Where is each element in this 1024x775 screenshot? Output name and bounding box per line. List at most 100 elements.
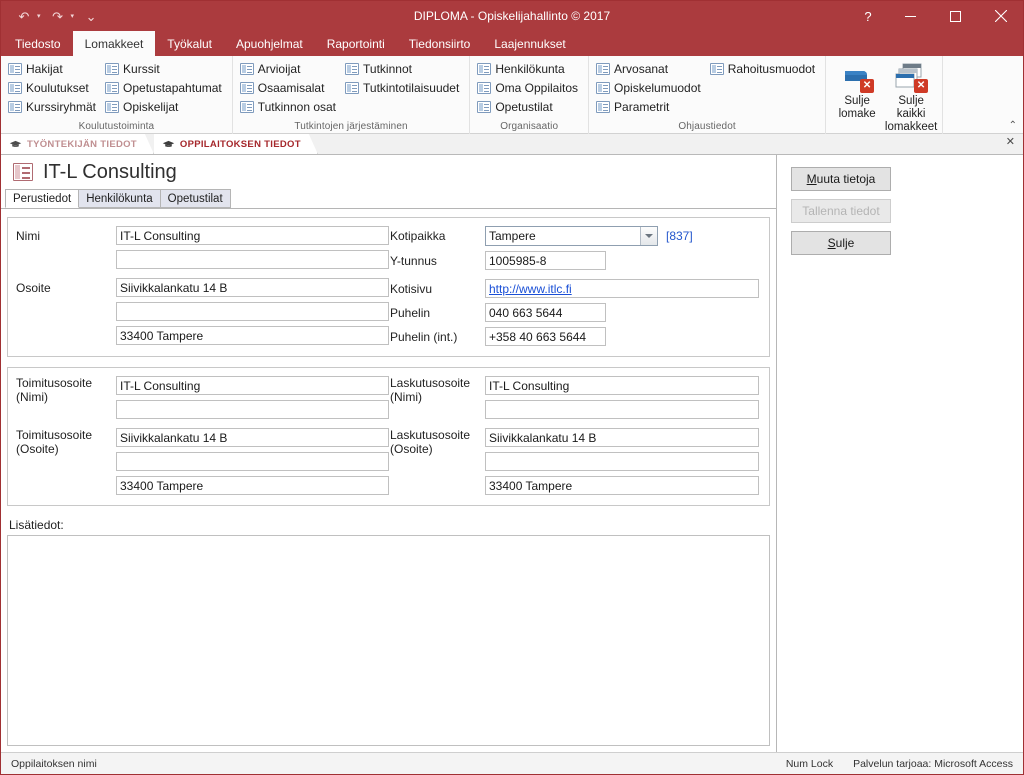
input-laskutus-nimi-1[interactable]: IT-L Consulting [485, 376, 759, 395]
input-laskutus-osoite-2[interactable] [485, 452, 759, 471]
ribbon-item-tutkinnon-osat[interactable]: Tutkinnon osat [237, 97, 342, 116]
status-message: Oppilaitoksen nimi [11, 757, 97, 770]
basic-right-column: Kotipaikka Tampere [837] Y-tunnus 100598… [390, 226, 761, 346]
input-laskutus-osoite-3[interactable]: 33400 Tampere [485, 476, 759, 495]
ribbon-item-label: Oma Oppilaitos [495, 80, 579, 95]
label-kotipaikka: Kotipaikka [390, 229, 446, 243]
combo-kotipaikka[interactable]: Tampere [485, 226, 658, 246]
input-osoite-1[interactable]: Siivikkalankatu 14 B [116, 278, 389, 297]
page-title: IT-L Consulting [43, 160, 177, 183]
chevron-up-icon[interactable]: ⌃ [1009, 120, 1017, 131]
field-row-osoite-2 [16, 302, 390, 321]
close-form-button[interactable]: ✕ Sulje lomake [830, 59, 884, 134]
record-id-link[interactable]: [837] [666, 229, 693, 243]
fieldset-osoitteet: Toimitusosoite (Nimi) IT-L Consulting To… [7, 367, 770, 506]
form-icon [477, 81, 492, 94]
redo-icon[interactable]: ↷ [47, 6, 69, 26]
input-laskutus-osoite-1[interactable]: Siivikkalankatu 14 B [485, 428, 759, 447]
document-tab-label: OPPILAITOKSEN TIEDOT [179, 138, 301, 150]
ribbon-group-label: Organisaatio [500, 121, 559, 132]
ribbon-tab-tiedosto[interactable]: Tiedosto [3, 31, 73, 56]
label-laskutusosoite-nimi: Laskutusosoite (Nimi) [390, 376, 485, 404]
ribbon-item-kurssit[interactable]: Kurssit [102, 59, 228, 78]
ribbon-item-oma-oppilaitos[interactable]: Oma Oppilaitos [474, 78, 584, 97]
input-osoite-2[interactable] [116, 302, 389, 321]
ribbon-tab-tiedonsiirto[interactable]: Tiedonsiirto [397, 31, 483, 56]
ribbon-group-label: Tutkintojen järjestäminen [294, 121, 408, 132]
maximize-icon[interactable] [933, 1, 978, 31]
label-line-2: (Osoite) [16, 442, 59, 456]
ribbon-tab-laajennukset[interactable]: Laajennukset [482, 31, 577, 56]
ribbon-item-kurssiryhmat[interactable]: Kurssiryhmät [5, 97, 102, 116]
label-laskutusosoite-osoite: Laskutusosoite (Osoite) [390, 428, 485, 456]
close-all-forms-button[interactable]: ✕ Sulje kaikki lomakkeet [884, 59, 938, 134]
field-row-laskutusosoite-osoite: Laskutusosoite (Osoite) Siivikkalankatu … [390, 428, 761, 495]
label-line-1: Laskutusosoite [390, 376, 471, 390]
document-tab-oppilaitoksen-tiedot[interactable]: OPPILAITOKSEN TIEDOT [154, 134, 318, 154]
ribbon-tab-raportointi[interactable]: Raportointi [315, 31, 397, 56]
chevron-down-icon[interactable] [640, 227, 657, 245]
close-icon[interactable] [978, 1, 1023, 31]
ribbon-item-label: Opiskelumuodot [614, 80, 701, 95]
ribbon-item-label: Tutkinnon osat [257, 99, 337, 114]
ribbon-tab-strip: Tiedosto Lomakkeet Työkalut Apuohjelmat … [1, 31, 1023, 56]
ribbon-item-opiskelijat[interactable]: Opiskelijat [102, 97, 228, 116]
label-line-1: Laskutusosoite [390, 428, 471, 442]
ribbon-column: Arvioijat Osaamisalat Tutkinnon osat [237, 59, 342, 121]
ribbon-item-label: Koulutukset [26, 80, 89, 95]
ribbon-item-opetustilat[interactable]: Opetustilat [474, 97, 584, 116]
ribbon-item-osaamisalat[interactable]: Osaamisalat [237, 78, 342, 97]
input-toimitus-osoite-2[interactable] [116, 452, 389, 471]
ribbon-item-tutkintotilaisuudet[interactable]: Tutkintotilaisuudet [342, 78, 465, 97]
field-row-kotisivu: Kotisivu http://www.itlc.fi [390, 279, 761, 298]
close-form-label-line1: Sulje [844, 95, 870, 107]
ribbon-item-arvosanat[interactable]: Arvosanat [593, 59, 707, 78]
edit-data-button[interactable]: Muuta tietoja [791, 167, 891, 191]
input-nimi-2[interactable] [116, 250, 389, 269]
ribbon-tab-tyokalut[interactable]: Työkalut [155, 31, 224, 56]
tab-henkilokunta[interactable]: Henkilökunta [78, 189, 161, 208]
ribbon-item-hakijat[interactable]: Hakijat [5, 59, 102, 78]
undo-icon[interactable]: ↶ [13, 6, 35, 26]
save-data-button[interactable]: Tallenna tiedot [791, 199, 891, 223]
input-ytunnus[interactable]: 1005985-8 [485, 251, 606, 270]
tab-perustiedot[interactable]: Perustiedot [5, 189, 80, 208]
ribbon-item-rahoitusmuodot[interactable]: Rahoitusmuodot [707, 59, 821, 78]
ribbon-tab-apuohjelmat[interactable]: Apuohjelmat [224, 31, 315, 56]
redo-dropdown-icon[interactable]: ▾ [71, 12, 75, 20]
ribbon-item-label: Arvosanat [614, 61, 669, 76]
input-lisatiedot[interactable] [7, 535, 770, 746]
form-pane: IT-L Consulting Perustiedot Henkilökunta… [1, 155, 777, 752]
input-nimi[interactable]: IT-L Consulting [116, 226, 389, 245]
tab-opetustilat[interactable]: Opetustilat [159, 189, 231, 208]
input-toimitus-nimi-2[interactable] [116, 400, 389, 419]
input-toimitus-osoite-1[interactable]: Siivikkalankatu 14 B [116, 428, 389, 447]
ribbon-item-opetustapahtumat[interactable]: Opetustapahtumat [102, 78, 228, 97]
input-kotisivu[interactable]: http://www.itlc.fi [485, 279, 759, 298]
document-tab-tyontekijan-tiedot[interactable]: TYÖNTEKIJÄN TIEDOT [1, 134, 154, 154]
form-icon [8, 100, 22, 113]
ribbon-item-arvioijat[interactable]: Arvioijat [237, 59, 342, 78]
form-icon [709, 62, 724, 75]
ribbon-tab-lomakkeet[interactable]: Lomakkeet [72, 31, 156, 56]
input-laskutus-nimi-2[interactable] [485, 400, 759, 419]
document-tab-close-icon[interactable]: ✕ [1006, 137, 1015, 148]
ribbon-item-henkilokunta[interactable]: Henkilökunta [474, 59, 584, 78]
form-icon [596, 81, 611, 94]
label-puhelin: Puhelin [390, 305, 431, 320]
minimize-icon[interactable] [888, 1, 933, 31]
ribbon-item-tutkinnot[interactable]: Tutkinnot [342, 59, 465, 78]
input-puhelin-int[interactable]: +358 40 663 5644 [485, 327, 606, 346]
input-postitoimipaikka[interactable]: 33400 Tampere [116, 326, 389, 345]
input-toimitus-nimi-1[interactable]: IT-L Consulting [116, 376, 389, 395]
undo-dropdown-icon[interactable]: ▾ [37, 12, 41, 20]
close-button[interactable]: Sulje [791, 231, 891, 255]
status-indicators: Num Lock Palvelun tarjoaa: Microsoft Acc… [786, 758, 1013, 770]
help-button[interactable]: ? [848, 1, 888, 31]
input-puhelin[interactable]: 040 663 5644 [485, 303, 606, 322]
ribbon-item-opiskelumuodot[interactable]: Opiskelumuodot [593, 78, 707, 97]
input-toimitus-osoite-3[interactable]: 33400 Tampere [116, 476, 389, 495]
ribbon-item-parametrit[interactable]: Parametrit [593, 97, 707, 116]
customize-quick-access-icon[interactable]: ⌄ [80, 6, 102, 26]
ribbon-item-koulutukset[interactable]: Koulutukset [5, 78, 102, 97]
